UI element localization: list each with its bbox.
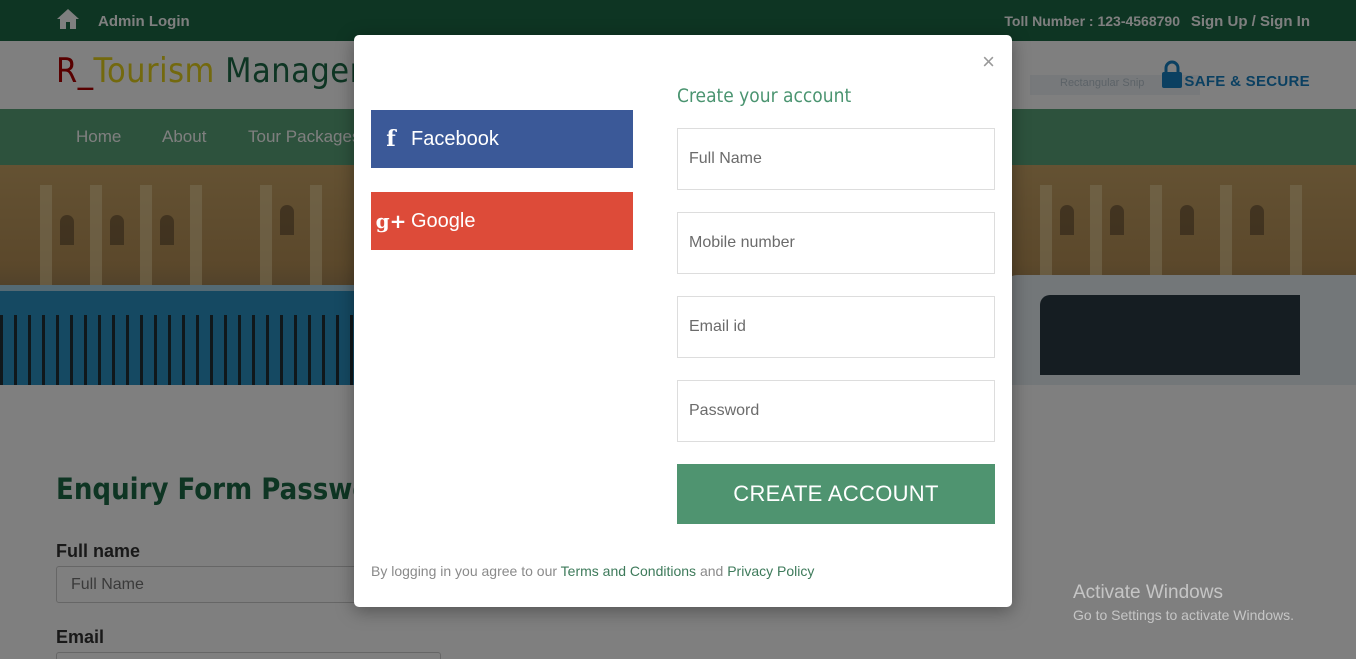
google-plus-icon: g+	[375, 209, 407, 233]
google-label: Google	[411, 209, 476, 232]
create-account-button[interactable]: CREATE ACCOUNT	[677, 464, 995, 524]
signup-modal: × f Facebook g+ Google Create your accou…	[354, 35, 1012, 607]
activate-windows-watermark: Activate Windows Go to Settings to activ…	[1073, 582, 1294, 623]
google-login-button[interactable]: g+ Google	[371, 192, 633, 250]
full-name-input[interactable]	[677, 128, 995, 190]
privacy-policy-link[interactable]: Privacy Policy	[727, 563, 814, 579]
facebook-icon: f	[386, 126, 396, 152]
mobile-number-input[interactable]	[677, 212, 995, 274]
terms-notice: By logging in you agree to our Terms and…	[371, 563, 815, 579]
facebook-login-button[interactable]: f Facebook	[371, 110, 633, 168]
terms-link[interactable]: Terms and Conditions	[561, 563, 696, 579]
password-input[interactable]	[677, 380, 995, 442]
facebook-label: Facebook	[411, 127, 499, 150]
email-input[interactable]	[677, 296, 995, 358]
close-icon[interactable]: ×	[982, 49, 995, 75]
create-account-title: Create your account	[677, 85, 852, 107]
